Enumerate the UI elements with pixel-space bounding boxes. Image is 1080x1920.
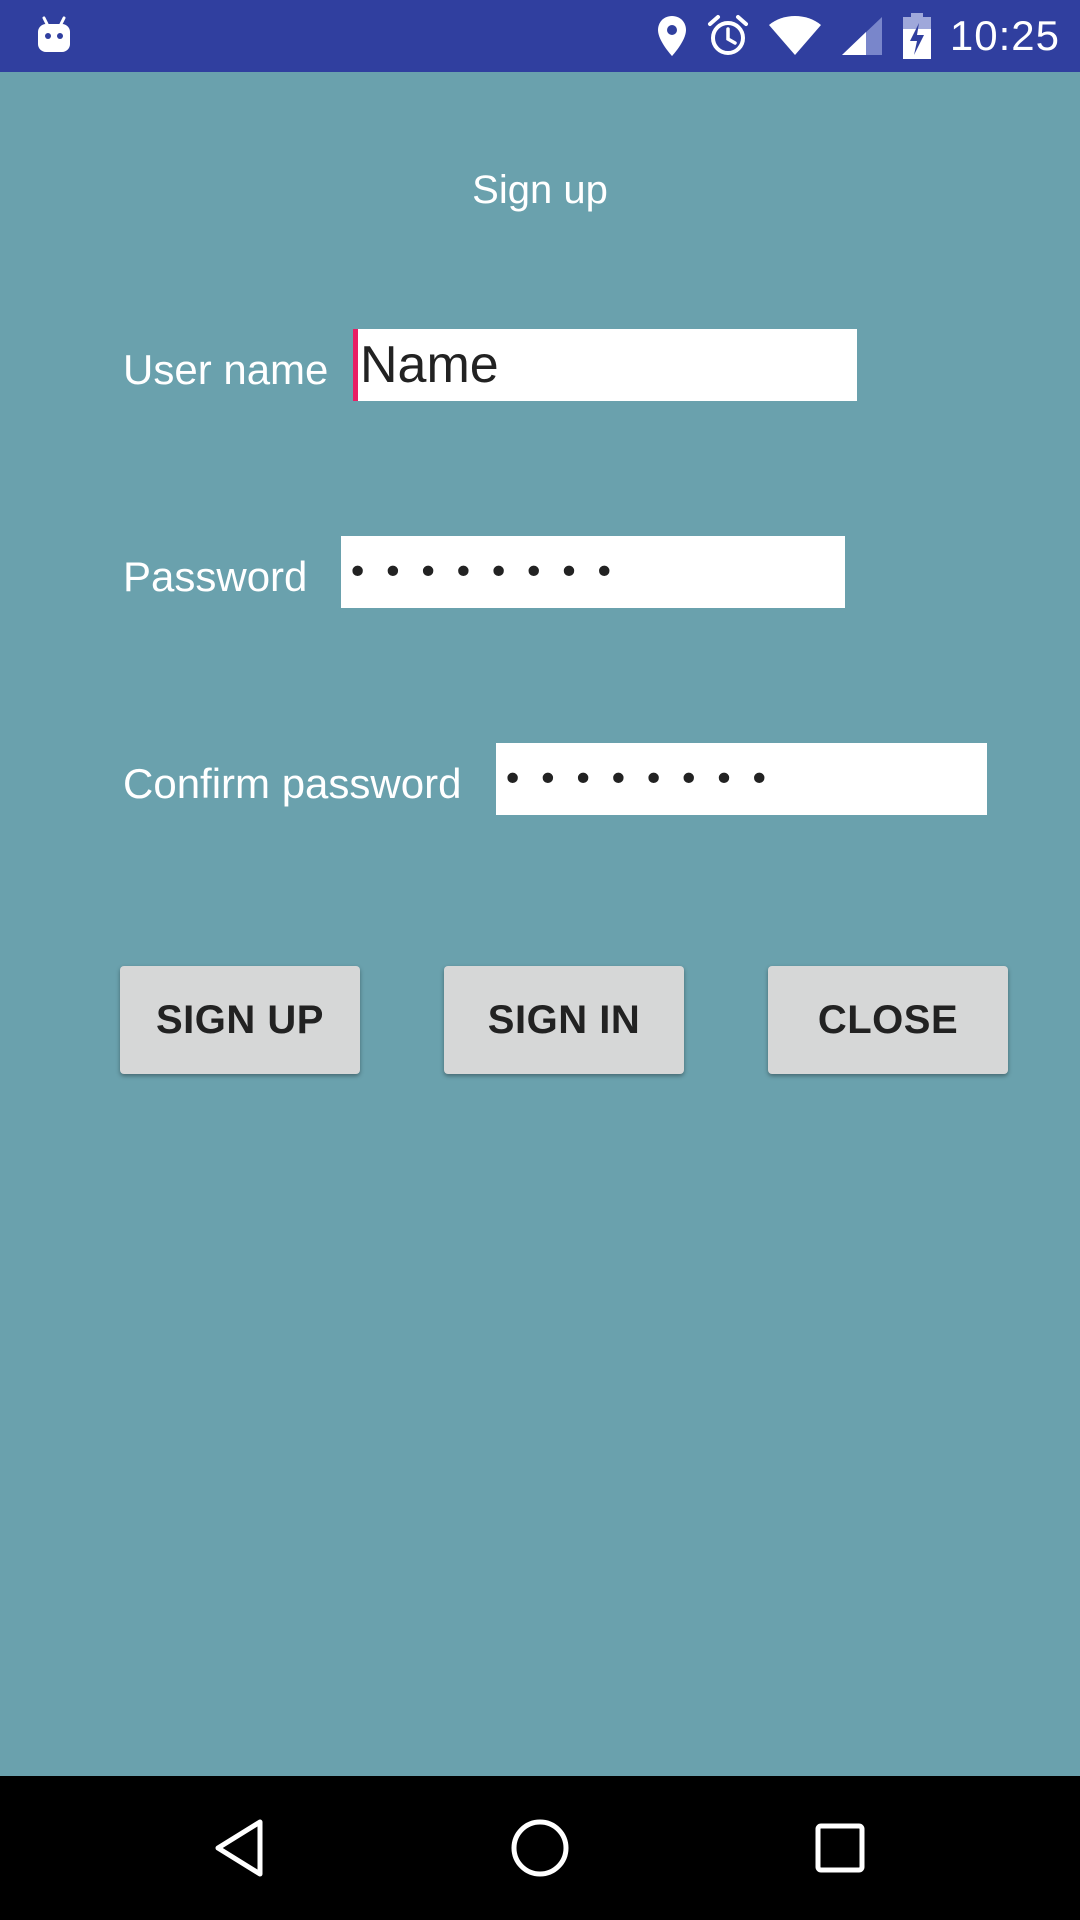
password-field[interactable]: •••••••• (341, 536, 845, 608)
status-time: 10:25 (949, 12, 1060, 59)
wifi-icon (768, 16, 821, 55)
status-bar: 10:25 (0, 0, 1080, 72)
home-icon[interactable] (504, 1812, 576, 1884)
sign-in-button[interactable]: SIGN IN (444, 966, 684, 1074)
status-icons: 10:25 (656, 0, 1060, 72)
confirm-password-field[interactable]: •••••••• (496, 743, 987, 815)
cell-signal-icon (841, 17, 882, 55)
username-field[interactable]: Name (353, 329, 857, 401)
close-button[interactable]: CLOSE (768, 966, 1008, 1074)
back-icon[interactable] (204, 1812, 276, 1884)
location-icon (657, 16, 686, 56)
password-label: Password (123, 553, 308, 600)
confirm-password-label: Confirm password (123, 760, 462, 807)
android-icon (38, 16, 70, 52)
battery-charging-icon (902, 13, 931, 59)
recents-icon[interactable] (804, 1812, 876, 1884)
confirm-password-value: •••••••• (502, 758, 784, 800)
password-value: •••••••• (347, 551, 629, 593)
username-value: Name (360, 336, 499, 394)
sign-up-button[interactable]: SIGN UP (120, 966, 360, 1074)
sign-up-screen: Sign up User name Name Password ••••••••… (0, 72, 1080, 1776)
navigation-bar (0, 1776, 1080, 1920)
alarm-icon (707, 15, 748, 55)
page-title: Sign up (472, 168, 608, 212)
username-label: User name (123, 346, 329, 393)
